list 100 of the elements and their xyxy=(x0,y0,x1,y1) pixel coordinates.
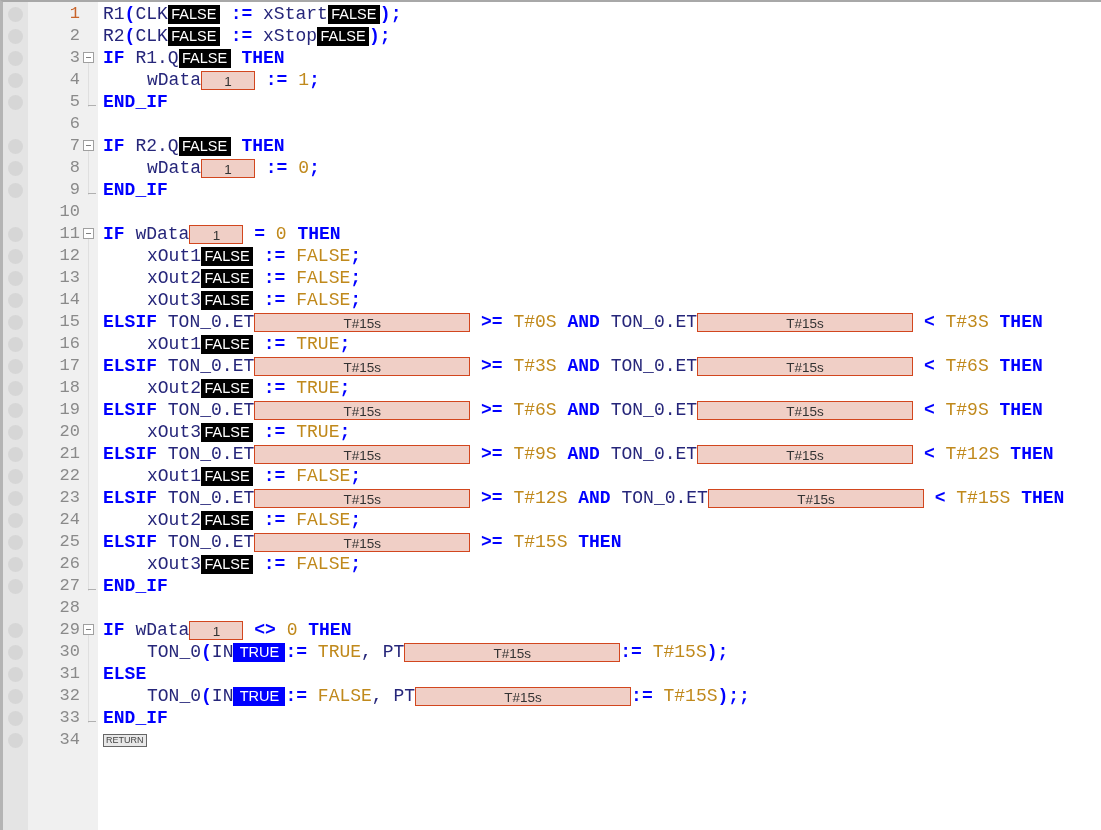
line-number: 9 xyxy=(68,179,80,201)
keyword: ELSIF xyxy=(103,487,157,509)
line-number: 19 xyxy=(58,399,80,421)
line-number: 1 xyxy=(68,3,80,25)
operator: ; xyxy=(350,267,362,289)
line-number: 24 xyxy=(58,509,80,531)
identifier: TON_0.ET xyxy=(610,311,698,333)
keyword: THEN xyxy=(998,399,1043,421)
operator: ); xyxy=(369,25,391,47)
line-number: 28 xyxy=(58,597,80,619)
keyword: THEN xyxy=(307,619,352,641)
identifier: TON_0.ET xyxy=(166,443,255,465)
operator: ; xyxy=(339,377,351,399)
literal: TRUE xyxy=(317,641,362,663)
monitor-value: FALSE xyxy=(201,378,253,398)
monitor-value: 1 xyxy=(201,158,255,178)
literal: T#15S xyxy=(513,531,568,553)
identifier: xOut3 xyxy=(147,421,201,443)
operator: < xyxy=(922,355,936,377)
operator: < xyxy=(922,399,936,421)
monitor-value: T#15s xyxy=(707,488,924,508)
keyword: THEN xyxy=(1020,487,1065,509)
operator: ; xyxy=(309,69,320,91)
literal: T#15S xyxy=(663,685,718,707)
collapse-icon[interactable] xyxy=(83,624,94,635)
identifier: TON_0.ET xyxy=(166,311,255,333)
monitor-value: T#15s xyxy=(254,356,471,376)
operator: = xyxy=(253,223,267,245)
monitor-value: 1 xyxy=(189,224,244,244)
identifier: R1.Q xyxy=(134,47,179,69)
literal: 0 xyxy=(286,619,298,641)
operator: ; xyxy=(339,333,351,355)
line-number: 7 xyxy=(68,135,80,157)
operator: ( xyxy=(124,3,136,25)
identifier: TON_0.ET xyxy=(166,355,255,377)
operator: >= xyxy=(480,311,504,333)
operator: := xyxy=(631,685,654,707)
line-number: 31 xyxy=(58,663,80,685)
identifier: TON_0.ET xyxy=(166,531,255,553)
monitor-value: TRUE xyxy=(233,642,286,662)
identifier: TON_0.ET xyxy=(621,487,708,509)
keyword: THEN xyxy=(1009,443,1054,465)
identifier: R2 xyxy=(103,25,125,47)
literal: T#15S xyxy=(956,487,1011,509)
literal: T#9S xyxy=(945,399,989,421)
keyword: AND xyxy=(566,355,601,377)
literal: 1 xyxy=(298,69,310,91)
literal: TRUE xyxy=(296,333,340,355)
monitor-value: FALSE xyxy=(201,554,253,574)
keyword: THEN xyxy=(296,223,341,245)
literal: T#6S xyxy=(513,399,557,421)
operator: := xyxy=(262,333,287,355)
monitor-value: T#15s xyxy=(404,642,621,662)
keyword: THEN xyxy=(998,355,1043,377)
keyword: END_IF xyxy=(103,179,168,201)
line-number: 12 xyxy=(58,245,80,267)
line-number: 33 xyxy=(58,707,80,729)
monitor-value: T#15s xyxy=(697,400,914,420)
identifier: TON_0.ET xyxy=(166,487,255,509)
operator: >= xyxy=(480,399,504,421)
literal: T#9S xyxy=(513,443,557,465)
literal: FALSE xyxy=(296,509,351,531)
line-number: 32 xyxy=(58,685,80,707)
line-number: 15 xyxy=(58,311,80,333)
collapse-icon[interactable] xyxy=(83,140,94,151)
operator: ( xyxy=(201,685,212,707)
monitor-value: FALSE xyxy=(201,466,253,486)
collapse-icon[interactable] xyxy=(83,228,94,239)
literal: T#6S xyxy=(945,355,989,377)
collapse-icon[interactable] xyxy=(83,52,94,63)
identifier: xOut3 xyxy=(147,553,201,575)
line-number: 10 xyxy=(58,201,80,223)
keyword: IF xyxy=(103,47,125,69)
line-number: 25 xyxy=(58,531,80,553)
line-number: 6 xyxy=(68,113,80,135)
monitor-value: T#15s xyxy=(254,488,471,508)
monitor-value: FALSE xyxy=(201,246,253,266)
monitor-value: T#15s xyxy=(254,400,471,420)
monitor-value: T#15s xyxy=(415,686,632,706)
identifier: wData xyxy=(134,223,190,245)
line-number: 34 xyxy=(58,729,80,751)
operator: := xyxy=(262,421,287,443)
identifier: TON_0 xyxy=(147,685,201,707)
identifier: TON_0.ET xyxy=(610,443,698,465)
identifier: xOut1 xyxy=(147,465,201,487)
line-number: 17 xyxy=(58,355,80,377)
literal: FALSE xyxy=(296,465,351,487)
code-editor[interactable] xyxy=(0,0,1101,830)
monitor-value: 1 xyxy=(189,620,244,640)
operator: >= xyxy=(480,487,504,509)
line-number: 11 xyxy=(58,223,80,245)
operator: );; xyxy=(717,685,750,707)
monitor-value: FALSE xyxy=(178,136,231,156)
monitor-value: FALSE xyxy=(167,4,220,24)
monitor-value: T#15s xyxy=(254,532,471,552)
line-number: 8 xyxy=(68,157,80,179)
line-number: 3 xyxy=(68,47,80,69)
monitor-value: FALSE xyxy=(201,334,253,354)
identifier: IN xyxy=(211,641,234,663)
literal: TRUE xyxy=(296,377,340,399)
